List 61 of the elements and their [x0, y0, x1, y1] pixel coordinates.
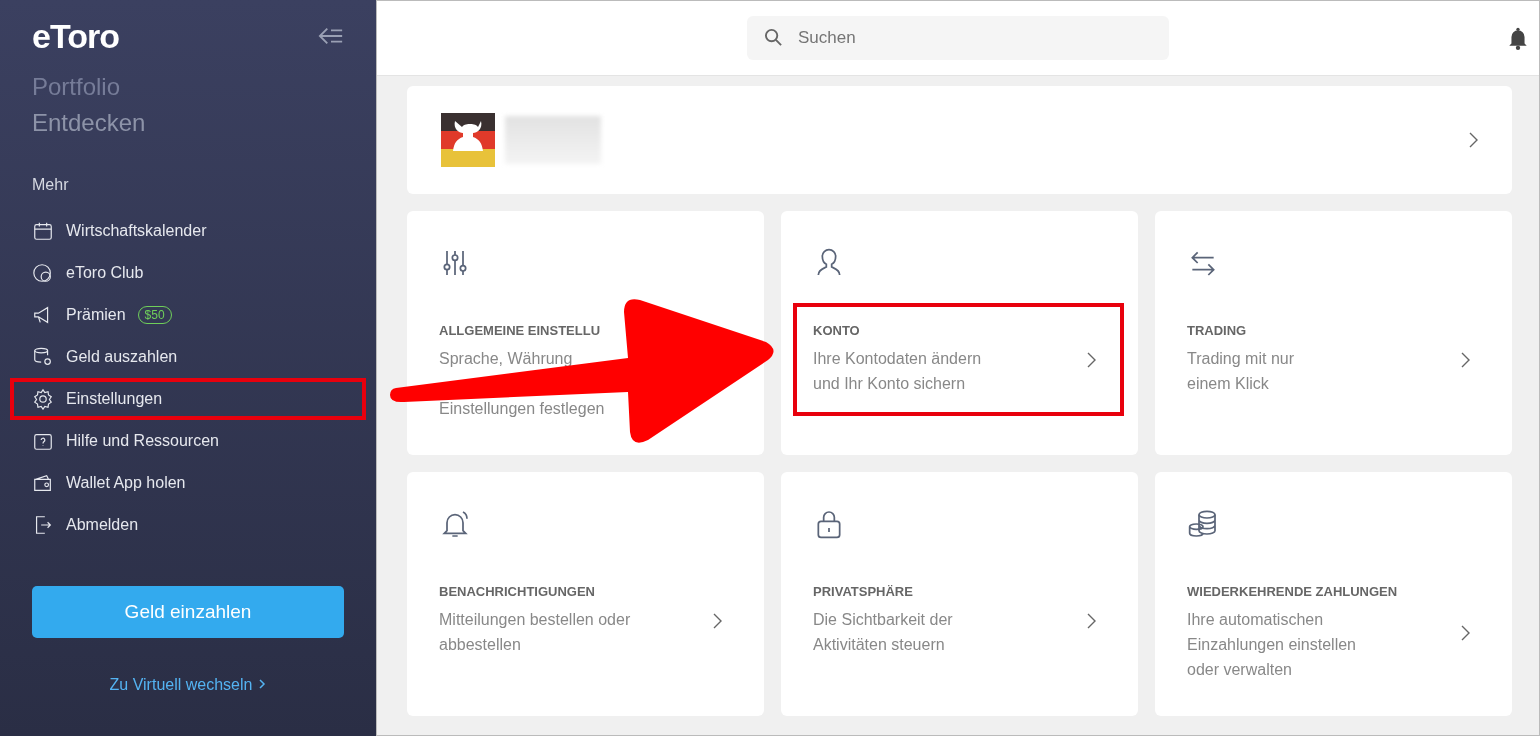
- chevron-icon: [1468, 132, 1478, 148]
- card-description: Sprache, Währung: [439, 349, 574, 369]
- search-icon: [764, 28, 783, 47]
- item-label: Einstellungen: [66, 390, 163, 408]
- virtual-link[interactable]: Zu Virtuell wechseln: [109, 676, 267, 694]
- item-label: Wallet App holen: [66, 474, 186, 492]
- section-title: Mehr: [32, 176, 70, 194]
- chevron-icon: [1086, 612, 1096, 629]
- card-description: Ihre automatischen: [1187, 610, 1325, 630]
- card-title: ALLGEMEINE EINSTELLU: [439, 323, 602, 338]
- sidebar-item[interactable]: Einstellungen: [10, 378, 366, 420]
- logo[interactable]: eToro: [32, 16, 119, 56]
- item-label: Prämien: [66, 306, 126, 324]
- settings-card[interactable]: WIEDERKEHRENDE ZAHLUNGEN Ihre automatischen Einzahlungen einstellen oder verwalten: [1155, 472, 1512, 716]
- chevron-icon: [1460, 351, 1470, 368]
- item-label: Hilfe und Ressourcen: [66, 432, 219, 450]
- card-title: TRADING: [1187, 323, 1248, 338]
- notification-bell-icon[interactable]: [1507, 26, 1529, 50]
- collapse-icon[interactable]: [318, 26, 344, 46]
- chevron-icon: [258, 678, 267, 690]
- settings-card[interactable]: KONTO Ihre Kontodaten ändern und Ihr Konto sichern: [781, 211, 1138, 455]
- coins-icon: [1187, 508, 1219, 540]
- sidebar-item[interactable]: Abmelden: [10, 504, 366, 546]
- card-description: Mitteilungen bestellen oder: [439, 610, 631, 630]
- settings-card[interactable]: BENACHRICHTIGUNGEN Mitteilungen bestellen oder abbestellen: [407, 472, 764, 716]
- sidebar-item[interactable]: Prämien $50: [10, 294, 366, 336]
- item-label: eToro Club: [66, 264, 144, 282]
- search-field[interactable]: Suchen: [747, 16, 1169, 60]
- card-title: WIEDERKEHRENDE ZAHLUNGEN: [1187, 584, 1398, 599]
- chevron-icon: [712, 612, 722, 629]
- calendar-icon: [32, 220, 54, 242]
- settings-card[interactable]: PRIVATSPHÄRE Die Sichtbarkeit der Aktivitäten steuern: [781, 472, 1138, 716]
- card-description: Einstellungen festlegen: [439, 399, 605, 419]
- card-description: Ihre Kontodaten ändern: [813, 349, 982, 369]
- sidebar-item[interactable]: eToro Club: [10, 252, 366, 294]
- card-description: Aktivitäten steuern: [813, 635, 946, 655]
- item-label: Abmelden: [66, 516, 139, 534]
- card-title: KONTO: [813, 323, 861, 338]
- chevron-icon: [1460, 625, 1470, 641]
- item-label: Geld auszahlen: [66, 348, 178, 366]
- gear-icon: [32, 388, 54, 410]
- coins-gear-icon: [32, 346, 54, 368]
- item-label: Wirtschaftskalender: [66, 222, 207, 240]
- sidebar-item[interactable]: Geld auszahlen: [10, 336, 366, 378]
- card-description: einem Klick: [1187, 374, 1270, 394]
- nav-item[interactable]: Entdecken: [32, 102, 344, 144]
- card-description: oder verwalten: [1187, 660, 1293, 680]
- card-description: Einzahlungen einstellen: [1187, 635, 1357, 655]
- card-description: abbestellen: [439, 635, 522, 655]
- sidebar-item[interactable]: Wirtschaftskalender: [10, 210, 366, 252]
- club-icon: [32, 262, 54, 284]
- card-description: Die Sichtbarkeit der: [813, 610, 953, 630]
- settings-card[interactable]: TRADING Trading mit nur einem Klick: [1155, 211, 1512, 455]
- chevron-icon: [1086, 351, 1096, 368]
- sidebar-item[interactable]: Wallet App holen: [10, 462, 366, 504]
- sidebar-item[interactable]: Hilfe und Ressourcen: [10, 420, 366, 462]
- wallet-icon: [32, 472, 54, 494]
- card-title: BENACHRICHTIGUNGEN: [439, 584, 596, 599]
- card-title: PRIVATSPHÄRE: [813, 584, 914, 599]
- card-description: und Ihr Konto sichern: [813, 374, 967, 394]
- card-description: Trading mit nur: [1187, 349, 1294, 369]
